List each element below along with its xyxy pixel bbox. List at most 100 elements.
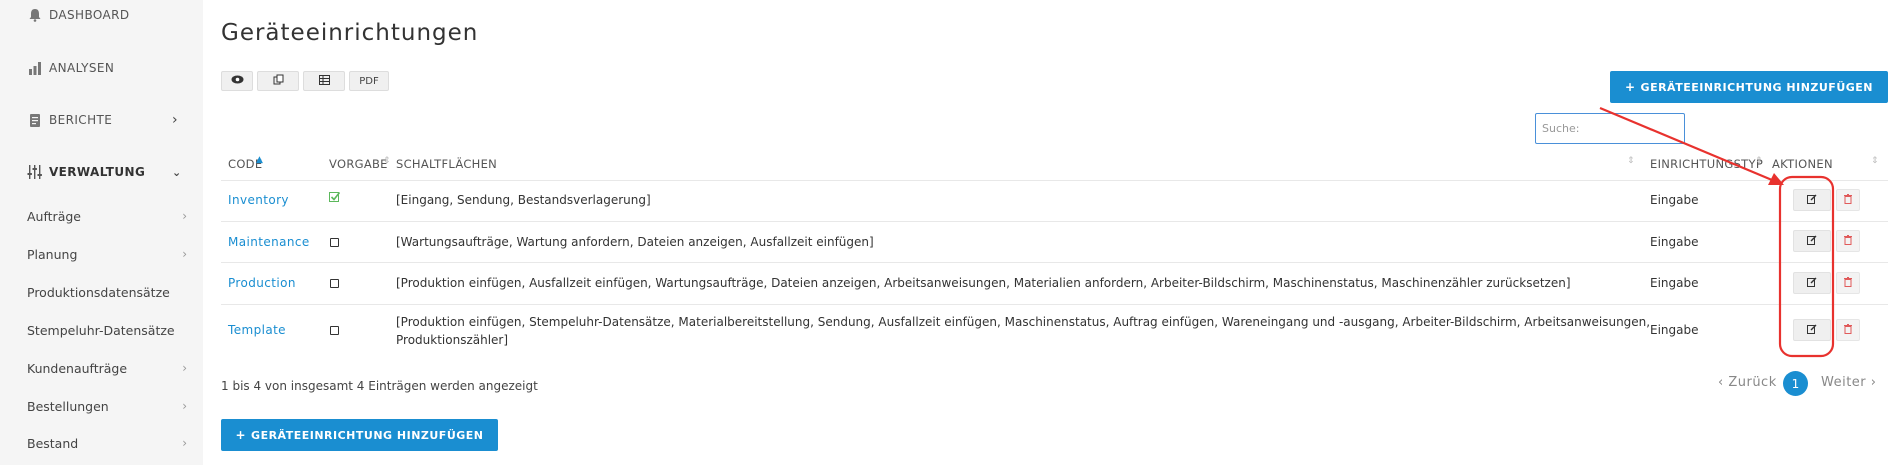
sort-icon: ⇕ [1627,156,1635,166]
sidebar-item-planung[interactable]: Planung › [27,247,187,262]
add-device-setup-button[interactable]: + GERÄTEEINRICHTUNG HINZUFÜGEN [1610,71,1888,103]
report-icon [27,112,43,128]
sidebar-item-label: Produktionsdatensätze [27,285,170,300]
trash-icon [1844,276,1852,290]
sort-icon: ⇕ [1755,156,1763,166]
sort-asc-icon: ▲ [256,155,263,165]
buttons-cell: [Eingang, Sendung, Bestandsverlagerung] [396,193,651,207]
delete-button[interactable] [1836,319,1860,341]
row-divider [221,262,1888,263]
page-title: Geräteeinrichtungen [221,20,479,46]
unchecked-checkbox-icon [330,326,339,335]
chevron-right-icon: › [182,361,187,375]
edit-button[interactable] [1793,189,1831,211]
edit-icon [1807,276,1817,290]
nav-berichte[interactable]: BERICHTE › [27,112,187,128]
plus-icon: + [1624,80,1636,94]
table-info: 1 bis 4 von insgesamt 4 Einträgen werden… [221,379,538,393]
plus-icon: + [235,428,247,442]
code-link[interactable]: Template [228,323,286,337]
sidebar-item-kundenauftraege[interactable]: Kundenaufträge › [27,361,187,376]
sidebar-item-auftraege[interactable]: Aufträge › [27,209,187,224]
nav-dashboard-label: DASHBOARD [49,8,130,22]
nav-analysen[interactable]: ANALYSEN [27,60,114,76]
sidebar-item-label: Aufträge [27,209,81,224]
edit-button[interactable] [1793,230,1831,252]
nav-verwaltung-label: VERWALTUNG [49,165,146,179]
edit-icon [1807,193,1817,207]
copy-icon [273,74,284,88]
sort-icon: ⇕ [383,156,391,166]
code-link[interactable]: Production [228,276,296,290]
csv-button[interactable] [303,71,345,91]
pagination-current[interactable]: 1 [1783,371,1808,396]
search-placeholder: Suche: [1542,122,1580,135]
row-divider [221,180,1888,181]
delete-button[interactable] [1836,230,1860,252]
sidebar-item-label: Stempeluhr-Datensätze [27,323,175,338]
chevron-right-icon: › [182,247,187,261]
chevron-down-icon: ⌄ [172,165,182,179]
chevron-right-icon: › [182,436,187,450]
type-cell: Eingabe [1650,193,1699,207]
chevron-right-icon: › [172,112,178,128]
unchecked-checkbox-icon [330,279,339,288]
pagination-next[interactable]: Weiter › [1821,375,1876,390]
eye-icon [231,75,244,87]
sort-icon: ⇕ [1871,156,1879,166]
sidebar-item-label: Kundenaufträge [27,361,128,376]
nav-berichte-label: BERICHTE [49,113,113,127]
search-input[interactable]: Suche: [1535,113,1685,144]
buttons-cell: [Wartungsaufträge, Wartung anfordern, Da… [396,235,874,249]
edit-button[interactable] [1793,272,1831,294]
row-divider [221,304,1888,305]
column-header-schaltflaechen[interactable]: SCHALTFLÄCHEN [396,157,497,171]
column-header-vorgabe[interactable]: VORGABE [329,157,388,171]
column-header-aktionen[interactable]: AKTIONEN [1772,157,1833,171]
sidebar-item-label: Planung [27,247,78,262]
trash-icon [1844,234,1852,248]
sidebar: DASHBOARD ANALYSEN BERICHTE › VERWALTUNG… [0,0,203,465]
chevron-right-icon: › [182,209,187,223]
buttons-cell-line-2: Produktionszähler] [396,333,509,347]
checked-checkbox-icon [329,191,341,205]
trash-icon [1844,193,1852,207]
copy-button[interactable] [257,71,299,91]
column-header-einrichtungstyp[interactable]: EINRICHTUNGSTYP [1650,157,1763,171]
code-link[interactable]: Maintenance [228,235,310,249]
sidebar-item-bestellungen[interactable]: Bestellungen › [27,399,187,414]
code-link[interactable]: Inventory [228,193,289,207]
column-visibility-button[interactable] [221,71,253,91]
bar-chart-icon [27,60,43,76]
add-device-setup-button-bottom[interactable]: + GERÄTEEINRICHTUNG HINZUFÜGEN [221,419,498,451]
sidebar-item-label: Bestand [27,436,79,451]
sliders-icon [27,164,43,180]
sidebar-item-bestand[interactable]: Bestand › [27,436,187,451]
edit-icon [1807,234,1817,248]
sidebar-item-stempeluhr[interactable]: Stempeluhr-Datensätze [27,323,187,338]
unchecked-checkbox-icon [330,238,339,247]
pagination-prev[interactable]: ‹ Zurück [1718,375,1777,390]
nav-verwaltung[interactable]: VERWALTUNG ⌄ [27,164,187,180]
row-divider [221,221,1888,222]
type-cell: Eingabe [1650,276,1699,290]
trash-icon [1844,323,1852,337]
add-device-setup-label: GERÄTEEINRICHTUNG HINZUFÜGEN [251,428,484,442]
chevron-right-icon: › [182,399,187,413]
edit-icon [1807,323,1817,337]
nav-analysen-label: ANALYSEN [49,61,115,75]
main-content: Geräteeinrichtungen PDF + GERÄTEEINRICHT… [203,0,1898,465]
delete-button[interactable] [1836,272,1860,294]
nav-dashboard[interactable]: DASHBOARD [27,7,130,23]
delete-button[interactable] [1836,189,1860,211]
add-device-setup-label: GERÄTEEINRICHTUNG HINZUFÜGEN [1640,80,1873,94]
table-icon [318,74,330,88]
type-cell: Eingabe [1650,323,1699,337]
edit-button[interactable] [1793,319,1831,341]
pdf-button[interactable]: PDF [349,71,389,91]
pdf-label: PDF [359,75,379,87]
bell-icon [27,7,43,23]
sidebar-item-produktionsdatensaetze[interactable]: Produktionsdatensätze [27,285,187,300]
type-cell: Eingabe [1650,235,1699,249]
buttons-cell-line-1: [Produktion einfügen, Stempeluhr-Datensä… [396,315,1651,329]
